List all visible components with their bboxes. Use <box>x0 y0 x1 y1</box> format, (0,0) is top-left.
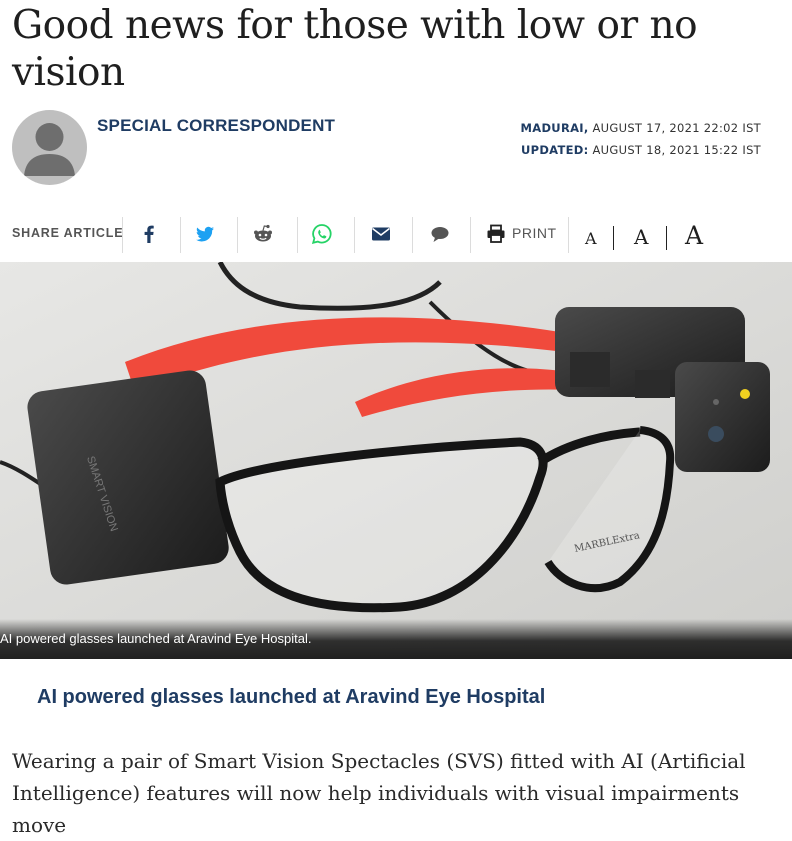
published-line: MADURAI, AUGUST 17, 2021 22:02 IST <box>521 117 761 139</box>
published-date: AUGUST 17, 2021 22:02 IST <box>592 121 761 135</box>
font-size-medium-button[interactable]: A <box>634 225 648 249</box>
font-size-large-button[interactable]: A <box>685 221 703 250</box>
email-icon[interactable] <box>369 222 393 246</box>
divider <box>237 217 238 253</box>
article-hero-image: SMART VISION MARBLExtra AI powered glass… <box>0 262 792 659</box>
divider <box>297 217 298 253</box>
whatsapp-icon[interactable] <box>310 222 334 246</box>
author-name[interactable]: SPECIAL CORRESPONDENT <box>97 116 335 136</box>
updated-label: UPDATED: <box>520 143 589 157</box>
font-size-small-button[interactable]: A <box>585 229 597 248</box>
facebook-icon[interactable] <box>137 222 161 246</box>
user-silhouette-icon <box>24 123 75 176</box>
reddit-icon[interactable] <box>251 222 275 246</box>
divider <box>470 217 471 253</box>
article-dates: MADURAI, AUGUST 17, 2021 22:02 IST UPDAT… <box>521 117 761 161</box>
updated-line: UPDATED: AUGUST 18, 2021 15:22 IST <box>521 139 761 161</box>
divider <box>122 217 123 253</box>
smart-glasses-photo: SMART VISION MARBLExtra <box>0 262 792 659</box>
divider <box>568 217 569 253</box>
article-body-paragraph: Wearing a pair of Smart Vision Spectacle… <box>12 749 746 837</box>
divider <box>180 217 181 253</box>
image-caption-overlay: AI powered glasses launched at Aravind E… <box>0 619 792 659</box>
divider <box>666 226 667 250</box>
divider <box>613 226 614 250</box>
comment-icon[interactable] <box>428 222 452 246</box>
divider <box>412 217 413 253</box>
updated-date: AUGUST 18, 2021 15:22 IST <box>592 143 761 157</box>
share-article-label: SHARE ARTICLE <box>12 226 124 240</box>
divider <box>354 217 355 253</box>
image-caption: AI powered glasses launched at Aravind E… <box>0 631 312 646</box>
article-subheading: AI powered glasses launched at Aravind E… <box>37 686 546 708</box>
article-headline: Good news for those with low or no visio… <box>12 3 698 95</box>
print-button[interactable]: PRINT <box>512 225 557 241</box>
share-toolbar: SHARE ARTICLE PRINT A A A <box>0 212 792 260</box>
dateline-place: MADURAI, <box>520 121 589 135</box>
twitter-icon[interactable] <box>193 222 217 246</box>
print-icon[interactable] <box>484 222 508 246</box>
author-avatar <box>12 110 87 185</box>
